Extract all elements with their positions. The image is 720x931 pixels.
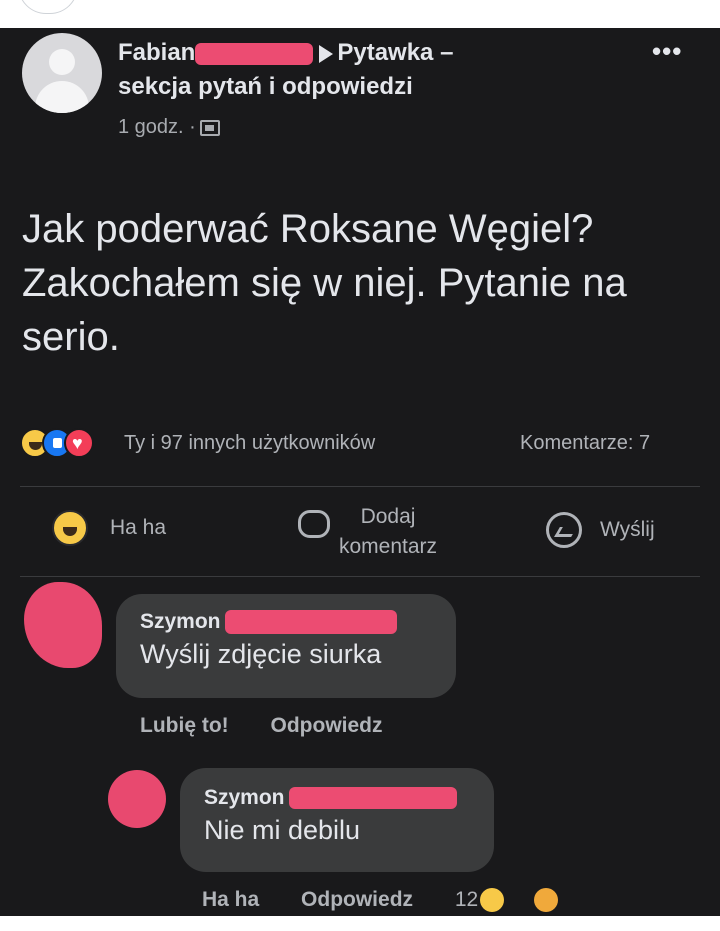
reply-button[interactable]: Odpowiedz	[301, 888, 413, 911]
post-header: Fabian Pytawka – sekcja pytań i odpowiedz…	[118, 36, 638, 104]
haha-button[interactable]: Ha ha	[202, 888, 259, 911]
reply-text: Nie mi debilu	[204, 815, 361, 845]
corner-decoration	[18, 0, 78, 14]
reactions-bar[interactable]: Ty i 97 innych użytkowników Komentarze: …	[20, 426, 720, 460]
group-name-line2[interactable]: sekcja pytań i odpowiedzi	[118, 70, 638, 104]
more-options-icon[interactable]: •••	[652, 36, 682, 67]
comment-author[interactable]: Szymon	[140, 608, 432, 636]
send-label: Wyślij	[600, 518, 655, 541]
author-name[interactable]: Fabian	[118, 39, 195, 66]
bottom-border	[0, 916, 720, 931]
haha-reaction-icon	[480, 888, 505, 913]
post-screenshot: Fabian Pytawka – sekcja pytań i odpowiedz…	[0, 28, 720, 916]
author-avatar[interactable]	[22, 33, 102, 113]
arrow-right-icon	[319, 44, 334, 63]
avatar-head	[49, 49, 75, 75]
reactions-summary[interactable]: Ty i 97 innych użytkowników	[124, 428, 375, 458]
divider	[20, 576, 700, 577]
comment-label-line2: komentarz	[338, 535, 438, 558]
post-actions: Ha ha Dodaj komentarz Wyślij	[0, 498, 720, 568]
divider	[20, 486, 700, 487]
comment-label: Dodaj komentarz	[318, 502, 458, 562]
commenter-avatar[interactable]	[24, 582, 102, 668]
messenger-icon	[546, 512, 582, 548]
redacted-surname	[288, 787, 457, 810]
redacted-surname	[195, 42, 314, 65]
comment-text: Wyślij zdjęcie siurka	[140, 639, 382, 669]
post-time[interactable]: 1 godz. ·	[118, 116, 196, 138]
post-text: Jak poderwać Roksane Węgiel? Zakochałem …	[22, 207, 627, 359]
love-reaction-icon	[64, 428, 94, 458]
haha-emoji-icon	[52, 510, 88, 546]
comments-count[interactable]: Komentarze: 7	[520, 428, 650, 458]
comment-actions: Lubię to! Odpowiedz	[140, 714, 419, 738]
reaction-count[interactable]: 12	[455, 888, 478, 911]
redacted-surname	[224, 610, 397, 635]
reply-author[interactable]: Szymon	[204, 784, 470, 812]
group-privacy-icon	[199, 119, 220, 136]
comment-label-line1: Dodaj	[360, 505, 416, 528]
reply-button[interactable]: Odpowiedz	[271, 714, 383, 737]
reply-actions: Ha ha Odpowiedz 12	[202, 888, 594, 913]
care-reaction-icon	[534, 888, 559, 913]
avatar-body	[35, 81, 89, 113]
group-name[interactable]: Pytawka –	[337, 39, 453, 66]
comment-bubble: Szymon Wyślij zdjęcie siurka	[116, 594, 456, 698]
post-meta: 1 godz. ·	[118, 116, 220, 139]
like-button[interactable]: Lubię to!	[140, 714, 229, 737]
reply-bubble: Szymon Nie mi debilu	[180, 768, 494, 872]
commenter-avatar[interactable]	[108, 770, 166, 828]
haha-label: Ha ha	[110, 516, 167, 539]
top-border	[0, 0, 720, 28]
